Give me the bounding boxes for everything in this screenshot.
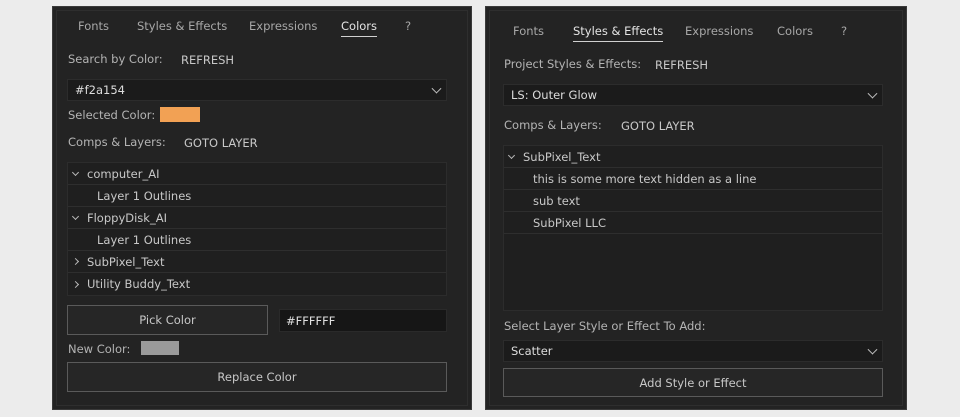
tree-item-hidden-line-text[interactable]: this is some more text hidden as a line xyxy=(504,168,882,190)
tree-item-computer-ai[interactable]: computer_AI xyxy=(68,163,446,185)
tab-help[interactable]: ? xyxy=(841,24,847,38)
goto-layer-button[interactable]: GOTO LAYER xyxy=(184,136,258,150)
tree-item-layer-1-outlines-2[interactable]: Layer 1 Outlines xyxy=(68,229,446,251)
color-select[interactable]: #f2a154 xyxy=(67,79,447,101)
styles-effects-panel: Fonts Styles & Effects Expressions Color… xyxy=(485,6,907,410)
new-color-label: New Color: xyxy=(68,342,131,356)
chevron-down-icon[interactable] xyxy=(507,151,516,159)
tree-item-sub-text[interactable]: sub text xyxy=(504,190,882,212)
chevron-down-icon[interactable] xyxy=(71,168,80,176)
tree-item-subpixel-text[interactable]: SubPixel_Text xyxy=(504,146,882,168)
tab-help[interactable]: ? xyxy=(405,19,411,33)
chevron-right-icon[interactable] xyxy=(71,280,80,288)
chevron-down-icon xyxy=(431,83,442,94)
comps-layers-label: Comps & Layers: xyxy=(68,135,166,149)
tab-fonts[interactable]: Fonts xyxy=(78,19,109,33)
add-style-effect-button[interactable]: Add Style or Effect xyxy=(503,368,883,397)
search-by-color-label: Search by Color: xyxy=(68,52,163,66)
tab-fonts[interactable]: Fonts xyxy=(513,24,544,38)
colors-panel: Fonts Styles & Effects Expressions Color… xyxy=(52,6,472,410)
comps-layers-tree: SubPixel_Text this is some more text hid… xyxy=(503,145,883,311)
tree-item-floppydisk-ai[interactable]: FloppyDisk_AI xyxy=(68,207,446,229)
tree-item-utility-buddy-text[interactable]: Utility Buddy_Text xyxy=(68,273,446,295)
selected-color-swatch xyxy=(160,107,200,122)
color-select-value: #f2a154 xyxy=(75,83,125,97)
chevron-down-icon xyxy=(867,88,878,99)
effect-select-value: Scatter xyxy=(511,344,553,358)
refresh-button[interactable]: REFRESH xyxy=(655,58,708,72)
tree-item-subpixel-text[interactable]: SubPixel_Text xyxy=(68,251,446,273)
chevron-down-icon xyxy=(867,344,878,355)
tree-item-subpixel-llc[interactable]: SubPixel LLC xyxy=(504,212,882,234)
tree-item-layer-1-outlines[interactable]: Layer 1 Outlines xyxy=(68,185,446,207)
pick-color-button[interactable]: Pick Color xyxy=(67,305,268,335)
replace-color-button[interactable]: Replace Color xyxy=(67,362,447,392)
project-style-select-value: LS: Outer Glow xyxy=(511,88,598,102)
tab-colors[interactable]: Colors xyxy=(777,24,813,38)
hex-color-input[interactable] xyxy=(279,309,447,332)
project-styles-effects-label: Project Styles & Effects: xyxy=(504,57,642,71)
project-style-select[interactable]: LS: Outer Glow xyxy=(503,84,883,106)
select-style-effect-label: Select Layer Style or Effect To Add: xyxy=(504,319,706,333)
tab-styles-effects[interactable]: Styles & Effects xyxy=(137,19,227,33)
chevron-down-icon[interactable] xyxy=(71,212,80,220)
new-color-swatch xyxy=(141,341,179,355)
refresh-button[interactable]: REFRESH xyxy=(181,53,234,67)
comps-layers-label: Comps & Layers: xyxy=(504,118,602,132)
tab-colors[interactable]: Colors xyxy=(341,19,378,37)
chevron-right-icon[interactable] xyxy=(71,257,80,266)
tab-expressions[interactable]: Expressions xyxy=(249,19,317,33)
tab-styles-effects[interactable]: Styles & Effects xyxy=(573,24,664,42)
effect-select[interactable]: Scatter xyxy=(503,340,883,362)
comps-layers-tree: computer_AI Layer 1 Outlines FloppyDisk_… xyxy=(67,162,447,296)
selected-color-label: Selected Color: xyxy=(68,108,156,122)
tab-expressions[interactable]: Expressions xyxy=(685,24,753,38)
goto-layer-button[interactable]: GOTO LAYER xyxy=(621,119,695,133)
